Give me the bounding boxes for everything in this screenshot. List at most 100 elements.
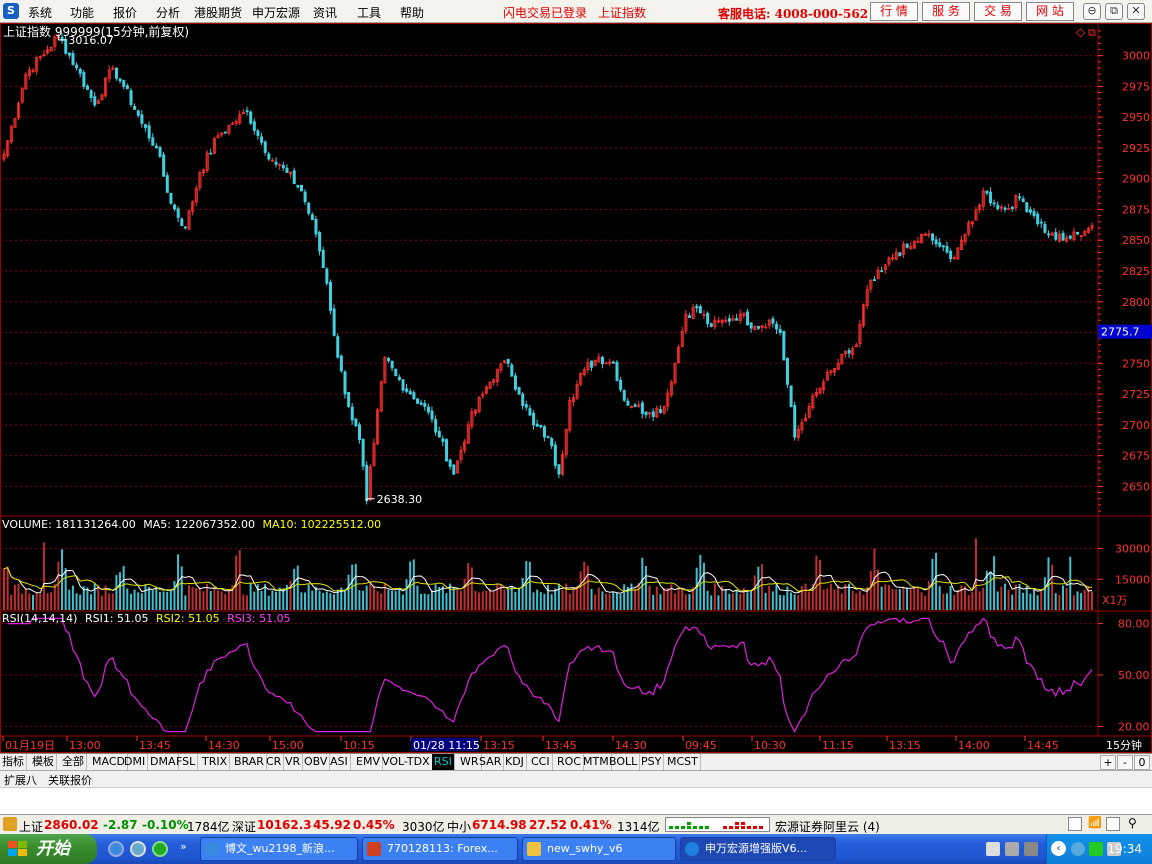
tab-brar[interactable]: BRAR: [232, 754, 267, 771]
trade-button[interactable]: 交 易: [974, 2, 1022, 21]
volume-bar: [488, 588, 491, 610]
candle-body: [267, 153, 271, 160]
tray-collapse-icon[interactable]: ‹: [1051, 841, 1066, 856]
tab-psy[interactable]: PSY: [639, 754, 665, 771]
volume-bar: [249, 583, 252, 610]
market-button[interactable]: 行 情: [870, 2, 918, 21]
volume-bar: [956, 589, 959, 610]
tab-nav-plus-button[interactable]: +: [1100, 755, 1116, 770]
restore-icon[interactable]: ⧉: [1105, 3, 1123, 20]
minimize-icon[interactable]: ⊖: [1083, 3, 1101, 20]
candle-body: [361, 438, 365, 467]
tray-network-icon[interactable]: [1005, 842, 1019, 856]
candle-body: [176, 208, 180, 218]
expand-quicklaunch-icon[interactable]: »: [180, 840, 187, 853]
volume-bar: [452, 587, 455, 610]
period-label[interactable]: 15分钟: [1106, 738, 1142, 752]
volume-bar: [760, 564, 763, 610]
volume-bar: [855, 593, 858, 610]
tab-asi[interactable]: ASI: [328, 754, 351, 771]
menu-help[interactable]: 帮助: [400, 4, 424, 21]
volume-bar: [510, 586, 513, 610]
tab-模板[interactable]: 模板: [30, 754, 57, 771]
tab-dmi[interactable]: DMI: [122, 754, 149, 771]
lock-icon[interactable]: ⚲: [1128, 816, 1137, 830]
sz-name[interactable]: 深证: [232, 818, 256, 835]
sh-name[interactable]: 上证: [19, 818, 43, 835]
clock[interactable]: 19:34: [1107, 842, 1142, 856]
index-status-icon[interactable]: [3, 817, 17, 831]
tab-cci[interactable]: CCI: [529, 754, 553, 771]
tab-全部[interactable]: 全部: [60, 754, 87, 771]
menu-hk-futures[interactable]: 港股期货: [194, 4, 242, 21]
candlestick-series: [2, 32, 1094, 505]
candle-body: [165, 175, 169, 193]
browser-icon[interactable]: [130, 841, 146, 857]
tray-app-icon[interactable]: [1024, 842, 1038, 856]
tab-vol-tdx[interactable]: VOL-TDX: [380, 754, 433, 771]
task-forex[interactable]: 770128113: Forex...: [362, 837, 518, 861]
menu-news[interactable]: 资讯: [313, 4, 337, 21]
settings-icon[interactable]: [1106, 817, 1120, 831]
volume-bar: [238, 550, 241, 610]
broker-server[interactable]: 宏源证券阿里云 (4): [775, 818, 880, 835]
menu-system[interactable]: 系统: [28, 4, 52, 21]
expand-button[interactable]: 扩展八: [4, 772, 37, 788]
tab-nav-zero-button[interactable]: 0: [1134, 755, 1150, 770]
menu-quote[interactable]: 报价: [113, 4, 137, 21]
tab-boll[interactable]: BOLL: [607, 754, 641, 771]
menu-swhy[interactable]: 申万宏源: [252, 4, 300, 21]
tab-mcst[interactable]: MCST: [665, 754, 701, 771]
tab-fsl[interactable]: FSL: [174, 754, 199, 771]
tab-obv[interactable]: OBV: [302, 754, 331, 771]
ie-icon[interactable]: [108, 841, 124, 857]
price-tick-label: 2700: [1122, 419, 1150, 432]
tab-vr[interactable]: VR: [283, 754, 304, 771]
volume-bar: [706, 590, 709, 610]
tray-ie-icon[interactable]: [1071, 842, 1085, 856]
task-blog[interactable]: 博文_wu2198_新浪...: [200, 837, 358, 861]
menu-tools[interactable]: 工具: [357, 4, 381, 21]
candle-body: [542, 426, 546, 438]
hotline: 客服电话: 4008-000-562: [718, 7, 869, 21]
app-logo-icon[interactable]: S: [3, 3, 19, 19]
start-button[interactable]: 开始: [0, 834, 97, 864]
tab-cr[interactable]: CR: [264, 754, 285, 771]
website-button[interactable]: 网 站: [1026, 2, 1074, 21]
volume-bar: [735, 589, 738, 610]
wifi-icon[interactable]: 📶: [1088, 816, 1102, 829]
tab-trix[interactable]: TRIX: [200, 754, 231, 771]
volume-bar: [884, 584, 887, 610]
task-folder[interactable]: new_swhy_v6: [522, 837, 676, 861]
volume-bar: [525, 561, 528, 610]
tab-nav-minus-button[interactable]: -: [1117, 755, 1133, 770]
low-price-label: 2638.30: [377, 493, 423, 506]
volume-bar: [673, 593, 676, 610]
tab-kdj[interactable]: KDJ: [503, 754, 527, 771]
tab-指标[interactable]: 指标: [0, 754, 27, 771]
menu-analysis[interactable]: 分析: [156, 4, 180, 21]
service-button[interactable]: 服 务: [922, 2, 970, 21]
candle-body: [350, 406, 354, 421]
tray-shield-icon[interactable]: [1089, 842, 1103, 856]
zx-name[interactable]: 中小: [447, 818, 471, 835]
zx-percent: 0.41%: [570, 818, 612, 832]
app-icon[interactable]: [152, 841, 168, 857]
tab-roc[interactable]: ROC: [555, 754, 584, 771]
chart-maximize-icon[interactable]: ⧉: [1088, 26, 1096, 39]
chart-toggle-icon[interactable]: ◇: [1076, 25, 1086, 39]
menu-function[interactable]: 功能: [70, 4, 94, 21]
tab-sar[interactable]: SAR: [477, 754, 505, 771]
volume-bar: [808, 591, 811, 610]
tab-rsi[interactable]: RSI: [432, 754, 455, 771]
chart-area[interactable]: 2650267527002725275027752800282528502875…: [0, 23, 1152, 753]
window-icon[interactable]: [1068, 817, 1082, 831]
task-swhy[interactable]: 申万宏源增强版V6...: [680, 837, 836, 861]
close-icon[interactable]: ✕: [1127, 3, 1145, 20]
current-index-name[interactable]: 上证指数: [598, 4, 646, 21]
tab-emv[interactable]: EMV: [354, 754, 383, 771]
tray-keyboard-icon[interactable]: [986, 842, 1000, 856]
volume-bar: [187, 585, 190, 610]
related-quotes-button[interactable]: 关联报价: [48, 772, 92, 788]
volume-bar: [789, 592, 792, 610]
